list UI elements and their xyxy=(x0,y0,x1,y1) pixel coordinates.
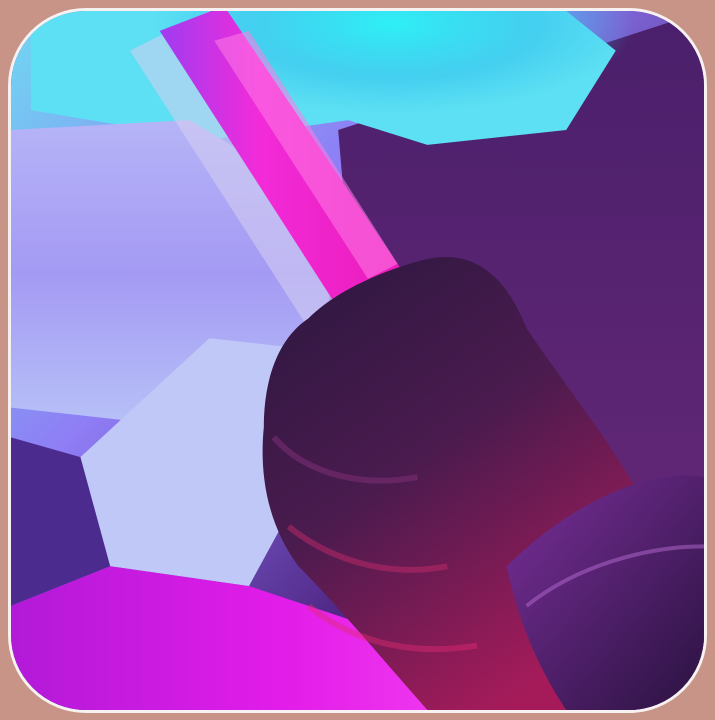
app-icon-tile[interactable] xyxy=(8,8,707,713)
app-tile-frame xyxy=(0,0,715,720)
neon-photo xyxy=(11,11,704,710)
